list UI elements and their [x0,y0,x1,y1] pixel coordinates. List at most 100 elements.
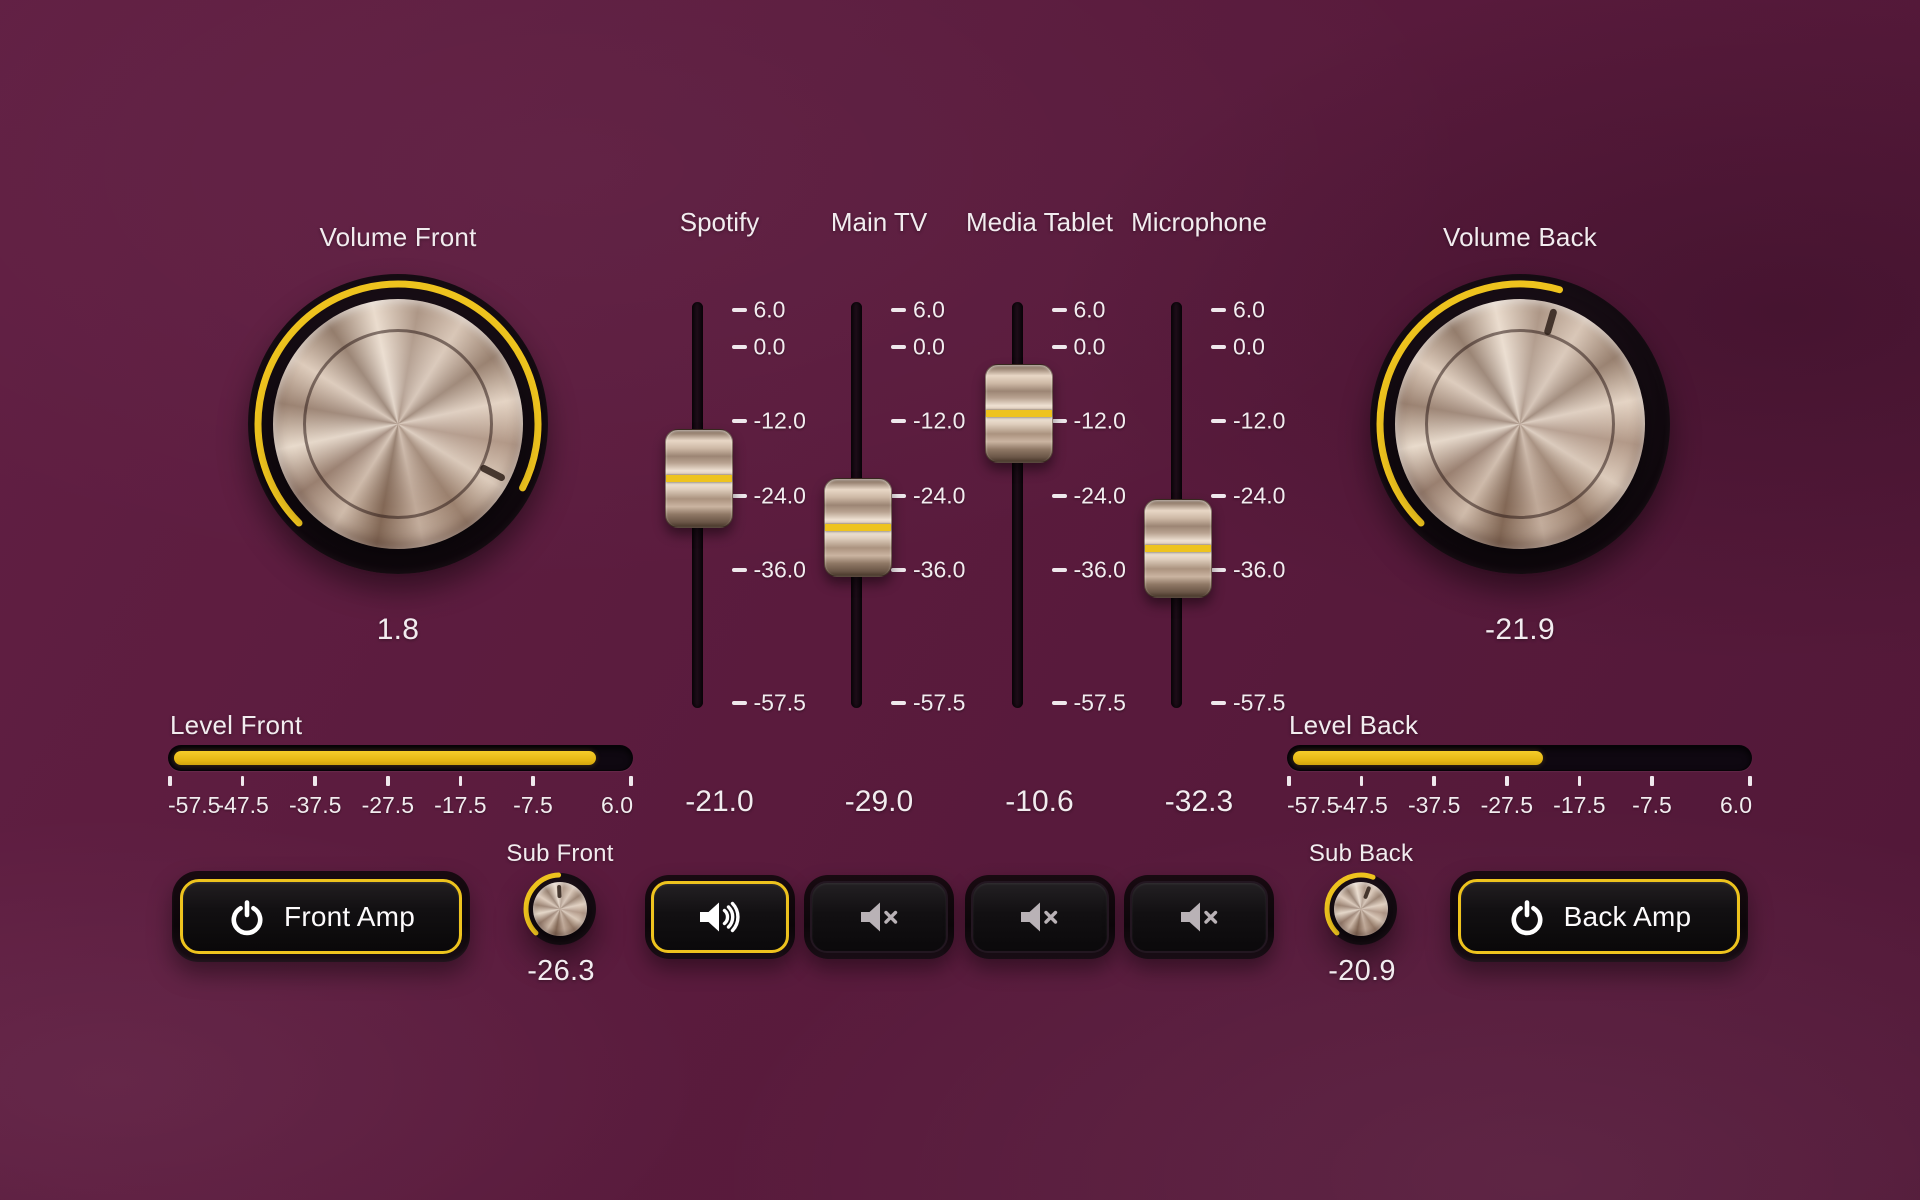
meter-tick-mark [1360,776,1364,786]
front-amp-bezel: Front Amp [172,871,470,962]
slider-tick-mark [891,419,906,423]
meter-tick-label: -47.5 [1335,792,1387,819]
sub-front-label: Sub Front [460,840,660,868]
slider-tick-label: 0.0 [754,334,786,361]
slider-tick-label: -57.5 [1233,690,1285,717]
speaker-on-icon [696,898,743,936]
mute-button[interactable] [971,881,1109,953]
slider-tick-mark [732,568,747,572]
slider-tick-label: -12.0 [913,408,965,435]
mute-button-bezel [645,875,795,959]
slider-thumb[interactable] [985,364,1053,463]
slider-tick-mark [732,701,747,705]
meter-tick-mark [1287,776,1291,786]
slider-thumb-line [666,475,732,482]
slider-tick-label: -36.0 [1233,556,1285,583]
meter-tick-mark [1505,776,1509,786]
channel-value: -10.6 [960,785,1120,819]
meter-tick-mark [1650,776,1654,786]
slider-tick-mark [1211,345,1226,349]
mute-button[interactable] [1130,881,1268,953]
knob-pointer [516,865,603,952]
meter-bar [168,745,633,771]
sub-back-value: -20.9 [1262,955,1462,988]
channel-strip: Media Tablet 6.00.0-12.0-24.0-36.0-57.5 … [960,0,1120,1200]
slider-tick-mark [891,701,906,705]
slider-tick-label: -57.5 [913,690,965,717]
front-amp-button[interactable]: Front Amp [180,879,462,954]
level-front-label: Level Front [170,710,302,741]
slider-tick-mark [891,494,906,498]
meter-tick-label: -57.5 [1287,792,1339,819]
slider-tick-mark [1052,494,1067,498]
mute-button[interactable] [810,881,948,953]
channel-value: -21.0 [640,785,800,819]
meter-tick-mark [1748,776,1752,786]
meter-tick-label: -47.5 [216,792,268,819]
mute-button[interactable] [651,881,789,953]
sub-back-knob[interactable] [1319,867,1403,951]
meter-scale: -57.5-47.5 -37.5 -27.5 -17.5 -7.5 6.0 [168,776,633,828]
meter-tick-mark [629,776,633,786]
speaker-muted-icon [856,898,903,936]
volume-front-value: 1.8 [248,613,548,647]
meter-tick-mark [1578,776,1582,786]
meter-tick-label: -17.5 [434,792,486,819]
slider-thumb[interactable] [824,478,892,577]
meter-tick-label: -27.5 [362,792,414,819]
level-back-label: Level Back [1289,710,1418,741]
meter-tick-label: -7.5 [513,792,553,819]
amp-control-panel: Volume Front 1.8 Level Front -57.5-47.5-… [0,0,1920,1200]
slider-tick-label: 6.0 [1074,297,1106,324]
meter-tick-mark [241,776,245,786]
channel-label: Main TV [799,207,959,238]
meter-tick-mark [1432,776,1436,786]
slider-thumb[interactable] [665,429,733,528]
power-icon [1507,897,1547,937]
meter-tick-label: -37.5 [1408,792,1460,819]
back-amp-bezel: Back Amp [1450,871,1748,962]
slider-tick-mark [1052,345,1067,349]
meter-fill [174,751,596,765]
slider-tick-mark [732,345,747,349]
meter-tick-mark [313,776,317,786]
meter-tick-label: 6.0 [1720,792,1752,819]
meter-tick-label: 6.0 [601,792,633,819]
back-amp-label: Back Amp [1564,901,1692,933]
slider-tick-label: 0.0 [1074,334,1106,361]
back-amp-button[interactable]: Back Amp [1458,879,1740,954]
slider-tick-label: 0.0 [913,334,945,361]
slider-tick-mark [1211,701,1226,705]
mute-button-bezel [1124,875,1274,959]
meter-fill [1293,751,1543,765]
slider-thumb-line [1145,545,1211,552]
meter-tick-mark [459,776,463,786]
sub-front-value: -26.3 [461,955,661,988]
slider-tick-label: -24.0 [913,482,965,509]
meter-bar [1287,745,1752,771]
volume-front-knob[interactable] [248,274,548,574]
volume-back-value: -21.9 [1370,613,1670,647]
slider-tick-mark [1052,419,1067,423]
speaker-muted-icon [1016,898,1063,936]
channel-label: Spotify [640,207,800,238]
slider-tick-label: 0.0 [1233,334,1265,361]
power-icon [227,897,267,937]
slider-tick-mark [891,345,906,349]
mute-button-bezel [804,875,954,959]
volume-back-knob[interactable] [1370,274,1670,574]
slider-tick-mark [1211,494,1226,498]
slider-thumb[interactable] [1144,499,1212,598]
meter-tick-label: -37.5 [289,792,341,819]
slider-tick-mark [1211,419,1226,423]
sub-front-knob[interactable] [518,867,602,951]
mute-button-bezel [965,875,1115,959]
slider-tick-mark [1211,568,1226,572]
meter-tick-label: -27.5 [1481,792,1533,819]
meter-tick-label: -57.5 [168,792,220,819]
slider-tick-mark [732,494,747,498]
slider-tick-mark [1052,701,1067,705]
volume-slider-track[interactable] [1012,302,1023,708]
slider-thumb-line [825,524,891,531]
slider-tick-mark [891,568,906,572]
